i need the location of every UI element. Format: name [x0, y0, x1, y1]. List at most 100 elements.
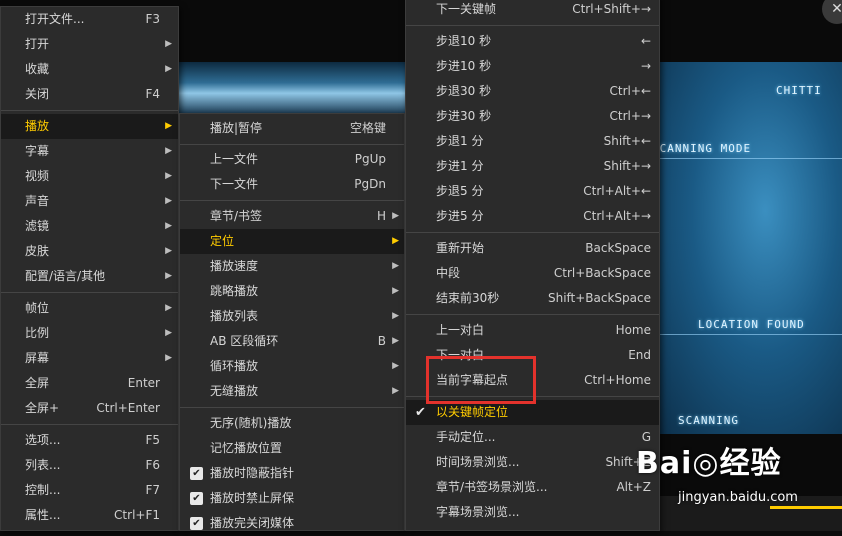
- menu-item-manual-seek[interactable]: 手动定位... G: [406, 425, 659, 450]
- submenu-arrow-icon: ▶: [165, 171, 172, 181]
- submenu-arrow-icon: ▶: [392, 336, 399, 346]
- menu-item-chapter-scene-browse[interactable]: 章节/书签场景浏览... Alt+Z: [406, 475, 659, 500]
- menu-item-forward-30s[interactable]: 步进30 秒 Ctrl+→: [406, 104, 659, 129]
- menu-item-close-after-play[interactable]: ✔ 播放完关闭媒体: [180, 511, 404, 536]
- menu-item-shortcut: Shift+→: [603, 159, 651, 173]
- menu-item-forward-5m[interactable]: 步进5 分 Ctrl+Alt+→: [406, 204, 659, 229]
- close-icon[interactable]: ✕: [822, 0, 842, 24]
- menu-item-disable-screensaver[interactable]: ✔ 播放时禁止屏保: [180, 486, 404, 511]
- menu-item-label: 无序(随机)播放: [210, 416, 292, 430]
- menu-item-prev-file[interactable]: 上一文件 PgUp: [180, 147, 404, 172]
- menu-item-skin[interactable]: 皮肤 ▶: [1, 239, 178, 264]
- menu-item-shortcut: F5: [145, 433, 160, 447]
- menu-item-back-30s[interactable]: 步退30 秒 Ctrl+←: [406, 79, 659, 104]
- checkmark-icon: ✔: [190, 492, 203, 505]
- menu-item-shortcut: Home: [615, 323, 651, 337]
- menu-item-play[interactable]: 播放 ▶: [1, 114, 178, 139]
- menu-item-config[interactable]: 配置/语言/其他 ▶: [1, 264, 178, 289]
- menu-item-playlist[interactable]: 播放列表 ▶: [180, 304, 404, 329]
- menu-separator: [180, 144, 404, 145]
- submenu-arrow-icon: ▶: [392, 236, 399, 246]
- menu-item-label: 步进30 秒: [436, 109, 492, 123]
- menu-item-shuffle[interactable]: 无序(随机)播放: [180, 411, 404, 436]
- submenu-arrow-icon: ▶: [165, 39, 172, 49]
- menu-item-label: 步进10 秒: [436, 59, 492, 73]
- menu-item-video[interactable]: 视频 ▶: [1, 164, 178, 189]
- menu-item-shortcut: ←: [640, 34, 651, 48]
- menu-item-shortcut: Ctrl+Home: [584, 373, 651, 387]
- menu-item-shortcut: Ctrl+Enter: [96, 401, 160, 415]
- menu-item-label: 下一关键帧: [436, 2, 497, 16]
- menu-item-chapter-bookmark[interactable]: 章节/书签 H ▶: [180, 204, 404, 229]
- menu-item-frame[interactable]: 帧位 ▶: [1, 296, 178, 321]
- menu-item-subtitle-scene-browse[interactable]: 字幕场景浏览...: [406, 500, 659, 525]
- menu-item-control[interactable]: 控制... F7: [1, 478, 178, 503]
- menu-item-fullscreen-plus[interactable]: 全屏+ Ctrl+Enter: [1, 396, 178, 421]
- menu-item-hide-cursor[interactable]: ✔ 播放时隐蔽指针: [180, 461, 404, 486]
- menu-item-label: 字幕场景浏览...: [436, 505, 520, 519]
- menu-item-filter[interactable]: 滤镜 ▶: [1, 214, 178, 239]
- menu-item-remember-position[interactable]: 记忆播放位置: [180, 436, 404, 461]
- menu-item-next-keyframe[interactable]: 下一关键帧 Ctrl+Shift+→: [406, 0, 659, 22]
- watermark: Bai◎经验 jingyan.baidu.com: [636, 438, 836, 518]
- hud-line: [650, 334, 842, 335]
- menu-item-middle[interactable]: 中段 Ctrl+BackSpace: [406, 261, 659, 286]
- menu-item-shortcut: Ctrl+→: [609, 109, 651, 123]
- menu-item-open-file[interactable]: 打开文件... F3: [1, 7, 178, 32]
- menu-item-end-30s[interactable]: 结束前30秒 Shift+BackSpace: [406, 286, 659, 311]
- menu-item-label: 记忆播放位置: [210, 441, 283, 455]
- submenu-arrow-icon: ▶: [392, 361, 399, 371]
- menu-item-skip-play[interactable]: 跳略播放 ▶: [180, 279, 404, 304]
- menu-item-audio[interactable]: 声音 ▶: [1, 189, 178, 214]
- menu-item-label: 属性...: [25, 508, 61, 522]
- menu-item-ab-loop[interactable]: AB 区段循环 B ▶: [180, 329, 404, 354]
- menu-item-seek[interactable]: 定位 ▶: [180, 229, 404, 254]
- menu-item-back-1m[interactable]: 步退1 分 Shift+←: [406, 129, 659, 154]
- menu-item-time-scene-browse[interactable]: 时间场景浏览... Shift+Z: [406, 450, 659, 475]
- menu-item-options[interactable]: 选项... F5: [1, 428, 178, 453]
- menu-item-prev-dialogue[interactable]: 上一对白 Home: [406, 318, 659, 343]
- menu-item-label: 下一文件: [210, 177, 259, 191]
- menu-item-open[interactable]: 打开 ▶: [1, 32, 178, 57]
- menu-item-close[interactable]: 关闭 F4: [1, 82, 178, 107]
- menu-item-label: AB 区段循环: [210, 334, 279, 348]
- menu-item-shortcut: Ctrl+←: [609, 84, 651, 98]
- menu-item-fullscreen[interactable]: 全屏 Enter: [1, 371, 178, 396]
- menu-item-label: 声音: [25, 194, 50, 208]
- submenu-arrow-icon: ▶: [392, 311, 399, 321]
- menu-item-properties[interactable]: 属性... Ctrl+F1: [1, 503, 178, 528]
- menu-item-label: 步退1 分: [436, 134, 484, 148]
- menu-item-speed[interactable]: 播放速度 ▶: [180, 254, 404, 279]
- menu-item-back-10s[interactable]: 步退10 秒 ←: [406, 29, 659, 54]
- menu-item-label: 播放: [25, 119, 50, 133]
- hud-mode-label: SCANNING MODE: [652, 142, 752, 155]
- menu-item-forward-1m[interactable]: 步进1 分 Shift+→: [406, 154, 659, 179]
- menu-item-next-file[interactable]: 下一文件 PgDn: [180, 172, 404, 197]
- menu-item-screen[interactable]: 屏幕 ▶: [1, 346, 178, 371]
- menu-item-label: 章节/书签场景浏览...: [436, 480, 548, 494]
- menu-item-ratio[interactable]: 比例 ▶: [1, 321, 178, 346]
- menu-item-subtitle[interactable]: 字幕 ▶: [1, 139, 178, 164]
- menu-item-shortcut: H: [376, 209, 386, 223]
- menu-separator: [406, 232, 659, 233]
- menu-item-label: 无缝播放: [210, 384, 259, 398]
- menu-item-back-5m[interactable]: 步退5 分 Ctrl+Alt+←: [406, 179, 659, 204]
- menu-item-label: 上一对白: [436, 323, 485, 337]
- menu-item-label: 步退30 秒: [436, 84, 492, 98]
- menu-item-shortcut: Shift+BackSpace: [547, 291, 651, 305]
- menu-item-restart[interactable]: 重新开始 BackSpace: [406, 236, 659, 261]
- menu-item-shortcut: BackSpace: [585, 241, 651, 255]
- menu-item-play-pause[interactable]: 播放|暂停 空格键: [180, 116, 404, 141]
- menu-item-list[interactable]: 列表... F6: [1, 453, 178, 478]
- menu-item-loop[interactable]: 循环播放 ▶: [180, 354, 404, 379]
- menu-item-shortcut: F7: [145, 483, 160, 497]
- menu-item-shortcut: F3: [145, 12, 160, 26]
- menu-item-label: 手动定位...: [436, 430, 496, 444]
- watermark-logo: Bai◎经验: [636, 446, 782, 481]
- menu-separator: [1, 110, 178, 111]
- menu-item-label: 结束前30秒: [436, 291, 500, 305]
- menu-item-forward-10s[interactable]: 步进10 秒 →: [406, 54, 659, 79]
- menu-item-seamless[interactable]: 无缝播放 ▶: [180, 379, 404, 404]
- menu-item-favorites[interactable]: 收藏 ▶: [1, 57, 178, 82]
- checkmark-icon: ✔: [415, 405, 426, 420]
